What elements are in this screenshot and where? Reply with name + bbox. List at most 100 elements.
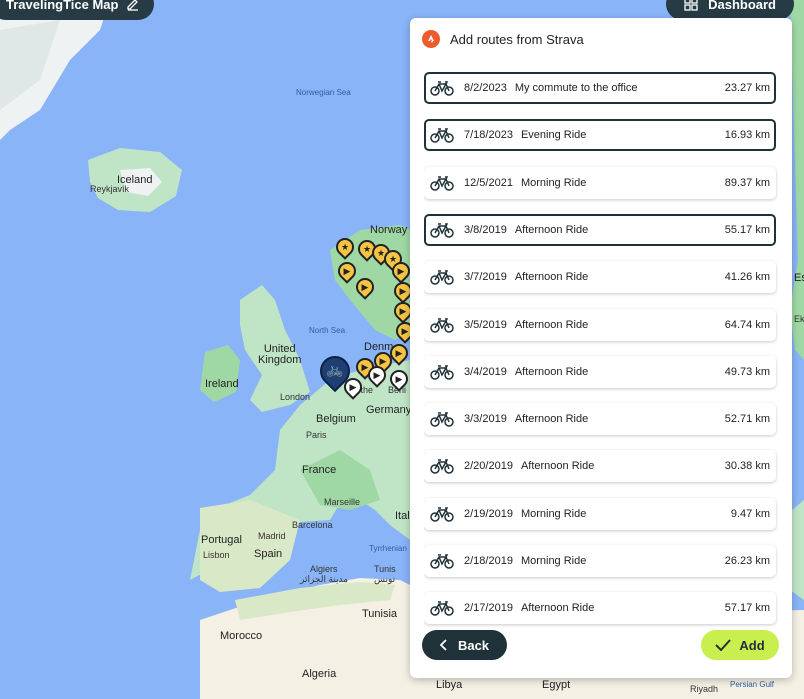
map-label-riyadh: Riyadh — [690, 684, 719, 694]
route-item[interactable]: 7/18/2023 Evening Ride 16.93 km — [424, 119, 776, 152]
route-distance: 55.17 km — [724, 223, 770, 236]
map-title: TravelingTice Map — [6, 0, 119, 12]
map-label-barcelona: Barcelona — [292, 520, 333, 530]
route-distance: 52.71 km — [724, 413, 770, 426]
map-label-madrid: Madrid — [258, 531, 286, 541]
map-label-ekt: Ekt — [794, 314, 804, 324]
strava-import-panel: Add routes from Strava 8/2/2023 My commut… — [410, 18, 792, 678]
route-list[interactable]: 8/2/2023 My commute to the office 23.27 km… — [424, 70, 778, 630]
map-label-morocco: Morocco — [220, 630, 263, 642]
route-distance: 26.23 km — [724, 555, 770, 567]
back-label: Back — [457, 637, 490, 653]
map-label-germany: Germany — [366, 404, 412, 416]
route-name: Afternoon Ride — [514, 365, 589, 378]
bicycle-icon — [430, 175, 454, 191]
selected-route-marker[interactable]: 🚲 — [313, 349, 357, 393]
route-item[interactable]: 3/3/2019 Afternoon Ride 52.71 km — [424, 403, 776, 436]
map-label-spain: Spain — [254, 548, 283, 560]
route-marker[interactable]: ▶ — [386, 340, 412, 366]
grid-icon — [684, 0, 698, 11]
map-label-tyrrhenian: Tyrrhenian — [369, 544, 407, 553]
bicycle-icon — [430, 365, 454, 380]
route-name: Morning Ride — [520, 507, 587, 520]
edit-icon[interactable] — [126, 0, 140, 11]
map-label-persian-gulf: Persian Gulf — [730, 680, 775, 689]
route-date: 3/7/2019 — [464, 271, 507, 284]
route-item[interactable]: 2/19/2019 Morning Ride 9.47 km — [424, 497, 776, 530]
back-button[interactable]: Back — [422, 630, 507, 660]
bicycle-icon — [430, 270, 454, 285]
map-label-ireland: Ireland — [205, 378, 239, 390]
route-date: 2/19/2019 — [464, 507, 513, 520]
route-date: 2/20/2019 — [464, 460, 513, 473]
route-name: Afternoon Ride — [514, 223, 589, 236]
route-date: 3/4/2019 — [464, 365, 507, 378]
route-distance: 64.74 km — [724, 318, 770, 331]
map-label-algiers-arabic: مدينة الجزائر — [300, 574, 349, 584]
route-distance: 23.27 km — [724, 82, 770, 94]
route-item[interactable]: 2/20/2019 Afternoon Ride 30.38 km — [424, 450, 776, 483]
map-label-marseille: Marseille — [324, 497, 361, 507]
route-item[interactable]: 2/17/2019 Afternoon Ride 57.17 km — [424, 592, 776, 625]
route-name: Afternoon Ride — [514, 413, 589, 426]
map-label-tunis: Tunis — [374, 564, 396, 574]
map-label-reykjavik: Reykjavík — [90, 184, 130, 194]
bicycle-icon — [430, 412, 454, 427]
route-name: Evening Ride — [520, 129, 587, 142]
route-item[interactable]: 3/4/2019 Afternoon Ride 49.73 km — [424, 355, 776, 388]
route-name: Morning Ride — [520, 176, 587, 189]
route-item[interactable]: 3/7/2019 Afternoon Ride 41.26 km — [424, 261, 776, 294]
route-name: Afternoon Ride — [514, 318, 589, 331]
bicycle-icon — [430, 459, 454, 475]
route-item[interactable]: 12/5/2021 Morning Ride 89.37 km — [424, 166, 776, 199]
route-distance: 57.17 km — [724, 602, 770, 615]
route-item[interactable]: 2/18/2019 Morning Ride 26.23 km — [424, 545, 776, 577]
dashboard-label: Dashboard — [708, 0, 776, 12]
map-label-north-sea: North Sea — [309, 326, 346, 335]
route-date: 3/5/2019 — [464, 318, 507, 331]
map-label-egypt: Egypt — [542, 679, 571, 691]
add-label: Add — [739, 637, 765, 653]
route-date: 2/17/2019 — [464, 602, 513, 615]
add-button[interactable]: Add — [701, 630, 779, 660]
panel-title: Add routes from Strava — [450, 31, 584, 47]
route-marker[interactable]: ▶ — [386, 366, 412, 392]
route-item[interactable]: 3/8/2019 Afternoon Ride 55.17 km — [424, 213, 776, 246]
map-label-london: London — [280, 392, 311, 402]
map-label-tunis-arabic: تونس — [374, 574, 396, 584]
route-date: 3/8/2019 — [464, 223, 507, 236]
route-date: 3/3/2019 — [464, 413, 507, 426]
route-name: Afternoon Ride — [520, 460, 595, 473]
route-date: 7/18/2023 — [464, 129, 513, 142]
route-distance: 41.26 km — [724, 271, 770, 284]
route-date: 8/2/2023 — [464, 82, 507, 94]
bicycle-icon — [430, 554, 454, 569]
map-label-norway: Norway — [370, 224, 408, 236]
route-distance: 49.73 km — [724, 365, 770, 378]
bicycle-icon — [430, 81, 454, 96]
map-label-estonia: Est — [794, 272, 804, 284]
route-name: Afternoon Ride — [520, 602, 595, 615]
route-marker[interactable]: ▶ — [352, 274, 378, 300]
route-distance: 16.93 km — [724, 129, 770, 142]
bicycle-icon — [430, 128, 454, 144]
route-item[interactable]: 3/5/2019 Afternoon Ride 64.74 km — [424, 308, 776, 341]
map-label-tunisia: Tunisia — [362, 608, 398, 620]
route-item[interactable]: 8/2/2023 My commute to the office 23.27 km — [424, 72, 776, 104]
map-label-france: France — [302, 464, 337, 476]
route-marker[interactable]: ▶ — [334, 258, 360, 284]
map-label-lisbon: Lisbon — [203, 550, 230, 560]
map-label-paris: Paris — [306, 430, 327, 440]
route-distance: 9.47 km — [730, 507, 770, 520]
map-label-portugal: Portugal — [201, 534, 242, 546]
dashboard-button[interactable]: Dashboard — [666, 0, 794, 20]
route-marker[interactable]: ▶ — [364, 362, 390, 388]
route-distance: 30.38 km — [724, 460, 770, 473]
route-name: My commute to the office — [514, 82, 638, 94]
route-date: 12/5/2021 — [464, 176, 513, 189]
map-title-chip[interactable]: TravelingTice Map — [0, 0, 155, 20]
strava-icon — [422, 30, 440, 48]
check-icon — [715, 639, 732, 651]
map-label-norwegian-sea: Norwegian Sea — [296, 88, 351, 97]
route-marker[interactable]: ★ — [332, 234, 358, 260]
